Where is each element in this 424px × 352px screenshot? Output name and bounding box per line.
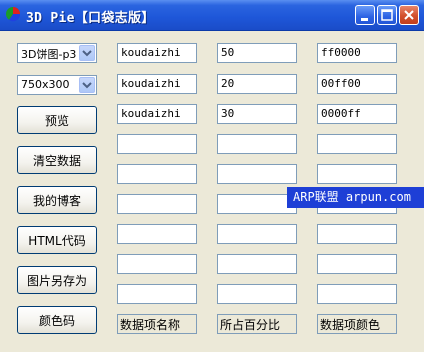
- item-name-field[interactable]: koudaizhi: [117, 74, 197, 94]
- item-name-field[interactable]: [117, 134, 197, 154]
- size-value: 750x300: [21, 78, 70, 91]
- minimize-button[interactable]: [355, 5, 375, 25]
- column-label-name: 数据项名称: [117, 314, 197, 334]
- percent-field[interactable]: [217, 284, 297, 304]
- color-field[interactable]: 00ff00: [317, 74, 397, 94]
- chevron-down-icon[interactable]: [79, 77, 95, 93]
- percent-field[interactable]: [217, 134, 297, 154]
- item-name-field[interactable]: [117, 224, 197, 244]
- save-image-button[interactable]: 图片另存为: [17, 266, 97, 294]
- color-field[interactable]: [317, 134, 397, 154]
- color-field[interactable]: ff0000: [317, 43, 397, 63]
- chart-type-select[interactable]: 3D饼图-p3: [17, 43, 97, 63]
- item-name-field[interactable]: [117, 194, 197, 214]
- percent-field[interactable]: 50: [217, 43, 297, 63]
- color-field[interactable]: [317, 224, 397, 244]
- app-window: 3D Pie【口袋志版】 3D饼图-p3 750x300 预览 清空数据 我的博…: [0, 0, 424, 352]
- column-label-color: 数据项颜色: [317, 314, 397, 334]
- item-name-field[interactable]: koudaizhi: [117, 43, 197, 63]
- percent-field[interactable]: [217, 164, 297, 184]
- percent-field[interactable]: 30: [217, 104, 297, 124]
- percent-field[interactable]: 20: [217, 74, 297, 94]
- maximize-button[interactable]: [377, 5, 397, 25]
- color-field[interactable]: 0000ff: [317, 104, 397, 124]
- pie-chart-icon: [5, 6, 21, 22]
- percent-field[interactable]: [217, 254, 297, 274]
- close-button[interactable]: [399, 5, 419, 25]
- title-bar[interactable]: 3D Pie【口袋志版】: [0, 0, 424, 31]
- percent-field[interactable]: [217, 224, 297, 244]
- item-name-field[interactable]: koudaizhi: [117, 104, 197, 124]
- preview-button[interactable]: 预览: [17, 106, 97, 134]
- arp-banner: ARP联盟 arpun.com: [287, 187, 424, 208]
- chart-type-value: 3D饼图-p3: [21, 48, 77, 61]
- color-field[interactable]: [317, 284, 397, 304]
- color-code-button[interactable]: 颜色码: [17, 306, 97, 334]
- window-title: 3D Pie【口袋志版】: [26, 11, 155, 26]
- clear-data-button[interactable]: 清空数据: [17, 146, 97, 174]
- item-name-field[interactable]: [117, 254, 197, 274]
- item-name-field[interactable]: [117, 164, 197, 184]
- my-blog-button[interactable]: 我的博客: [17, 186, 97, 214]
- html-code-button[interactable]: HTML代码: [17, 226, 97, 254]
- item-name-field[interactable]: [117, 284, 197, 304]
- size-select[interactable]: 750x300: [17, 75, 97, 95]
- column-label-percent: 所占百分比: [217, 314, 297, 334]
- chevron-down-icon[interactable]: [79, 45, 95, 61]
- color-field[interactable]: [317, 254, 397, 274]
- color-field[interactable]: [317, 164, 397, 184]
- percent-field[interactable]: [217, 194, 297, 214]
